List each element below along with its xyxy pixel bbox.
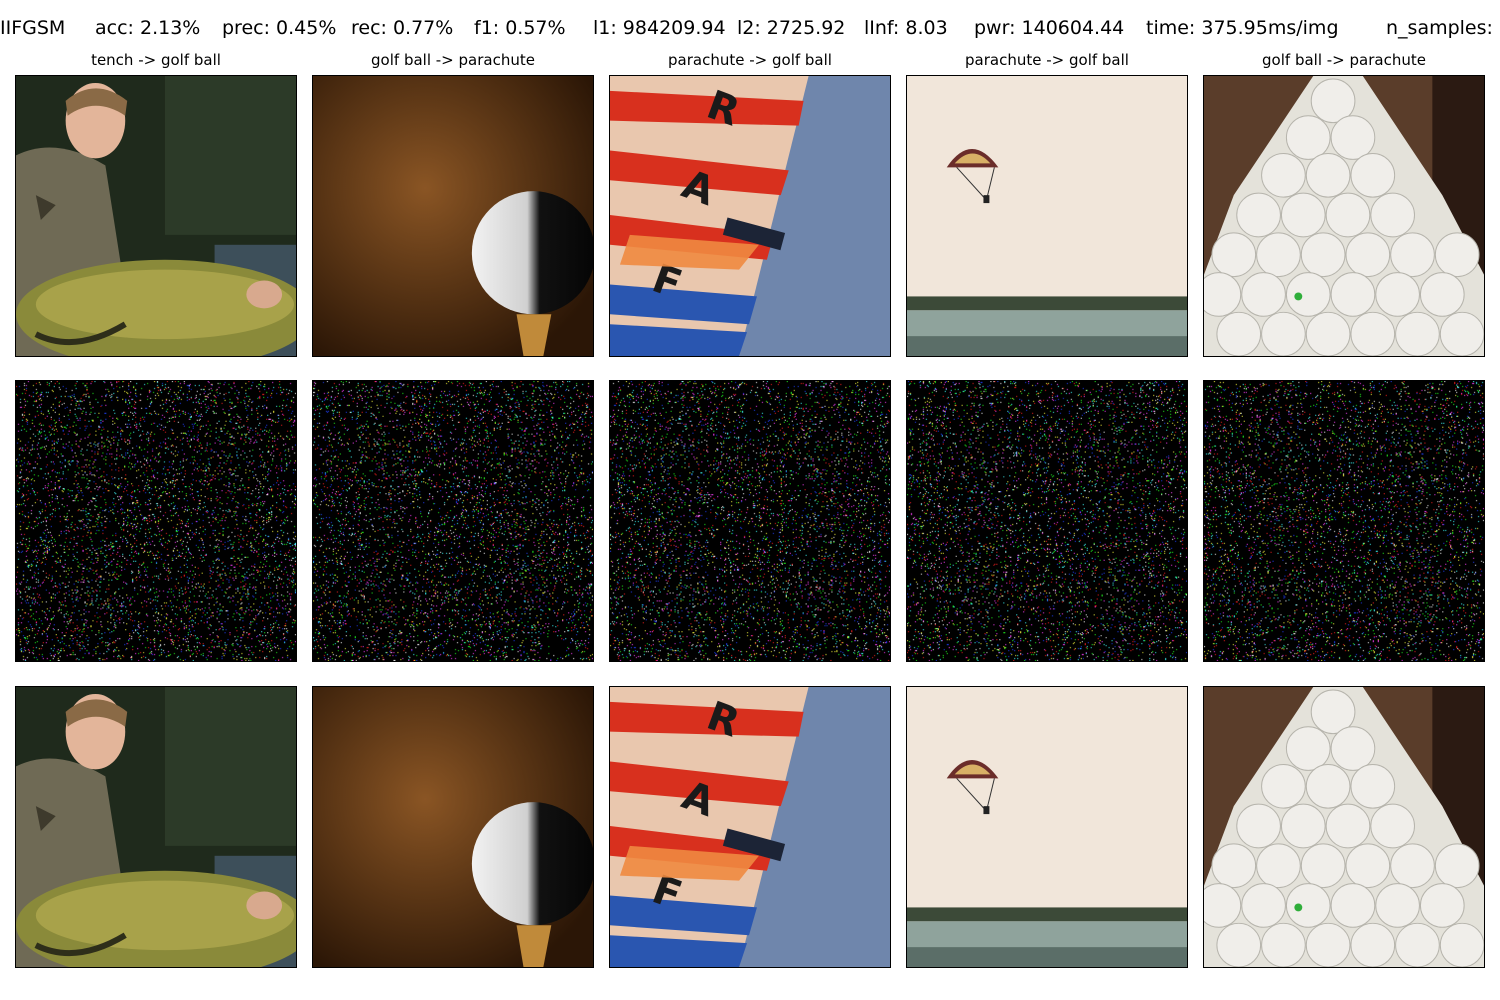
original-image-golf-balls-pile: [1203, 75, 1485, 357]
n-samples-metric: n_samples:: [1386, 17, 1493, 39]
linf-metric: lInf: 8.03: [864, 17, 948, 39]
original-image-parachute-sky: [906, 75, 1188, 357]
column-title: tench -> golf ball: [91, 51, 221, 69]
column-title: golf ball -> parachute: [371, 51, 535, 69]
adversarial-image-parachute: R A F: [609, 686, 891, 968]
adversarial-image-golf-balls-pile: [1203, 686, 1485, 968]
perturbation-noise-parachute: [609, 380, 891, 662]
method-name: IIFGSM: [0, 17, 66, 39]
l2-metric: l2: 2725.92: [737, 17, 846, 39]
power-metric: pwr: 140604.44: [974, 17, 1125, 39]
precision-metric: prec: 0.45%: [222, 17, 337, 39]
column-title: parachute -> golf ball: [965, 51, 1129, 69]
column-title: golf ball -> parachute: [1262, 51, 1426, 69]
perturbation-noise-tench: [15, 380, 297, 662]
original-image-tench: [15, 75, 297, 357]
adversarial-image-parachute-sky: [906, 686, 1188, 968]
original-image-golf-ball: [312, 75, 594, 357]
time-metric: time: 375.95ms/img: [1146, 17, 1339, 39]
adversarial-image-golf-ball: [312, 686, 594, 968]
perturbation-noise-parachute-sky: [906, 380, 1188, 662]
recall-metric: rec: 0.77%: [351, 17, 454, 39]
perturbation-noise-golf-ball: [312, 380, 594, 662]
column-title: parachute -> golf ball: [668, 51, 832, 69]
original-image-parachute: R A F: [609, 75, 891, 357]
f1-metric: f1: 0.57%: [474, 17, 566, 39]
l1-metric: l1: 984209.94: [593, 17, 726, 39]
accuracy-metric: acc: 2.13%: [95, 17, 201, 39]
adversarial-image-tench: [15, 686, 297, 968]
perturbation-noise-golf-balls-pile: [1203, 380, 1485, 662]
metrics-header: IIFGSM acc: 2.13% prec: 0.45% rec: 0.77%…: [0, 14, 1500, 44]
